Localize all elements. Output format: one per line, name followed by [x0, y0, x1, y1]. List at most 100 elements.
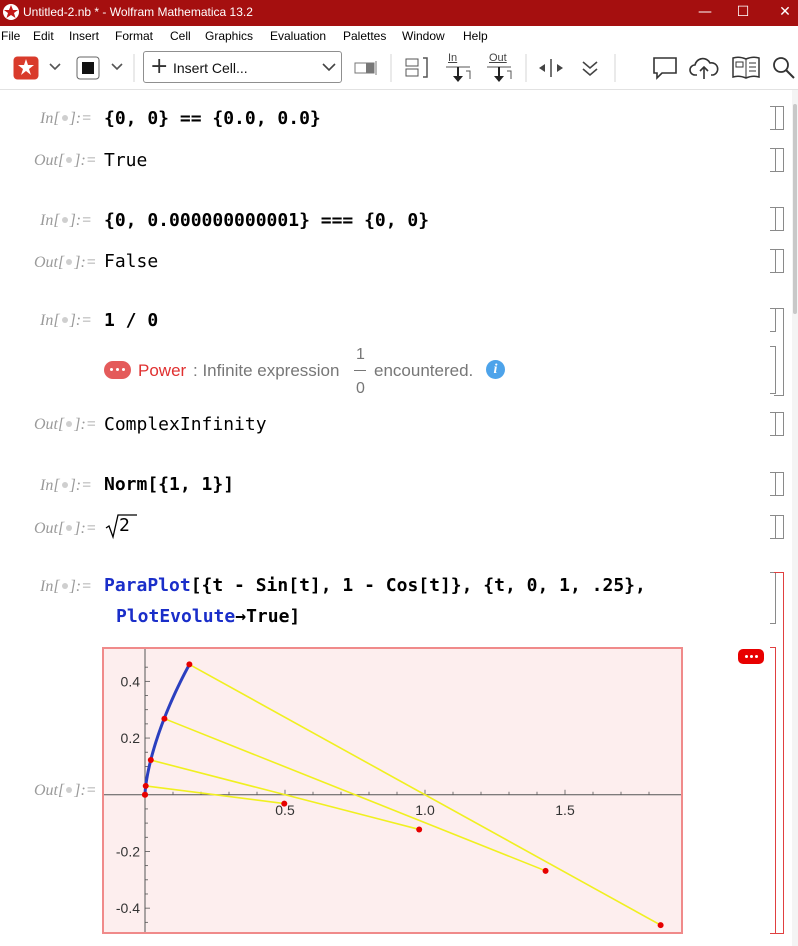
input-cell[interactable]: 1 / 0 — [104, 310, 158, 331]
stop-icon[interactable] — [76, 56, 100, 80]
input-cell[interactable]: ParaPlot[{t - Sin[t], 1 - Cos[t]}, {t, 0… — [104, 575, 646, 596]
maximize-button[interactable]: ☐ — [720, 0, 766, 26]
sqrt-radicand: 2 — [119, 515, 130, 536]
cell-bracket[interactable] — [774, 207, 784, 231]
in-label: In — [448, 52, 458, 64]
cell-bracket-error[interactable] — [770, 647, 776, 934]
cell-bracket[interactable] — [774, 148, 784, 172]
out-label: Out[]:= — [34, 254, 97, 271]
plot-output[interactable]: 0.5 1.0 1.5 0.4 0.2 -0.2 -0.4 — [102, 647, 683, 934]
plus-icon: + — [150, 54, 169, 79]
group-cells-icon[interactable] — [405, 57, 429, 79]
info-icon[interactable]: i — [486, 360, 505, 379]
scrollbar-thumb[interactable] — [793, 104, 797, 314]
cell-bracket[interactable] — [774, 106, 784, 130]
toolbar-divider — [133, 54, 135, 82]
evolute-point — [416, 826, 423, 833]
cell-bracket[interactable] — [774, 515, 784, 539]
chevron-down-icon[interactable] — [110, 62, 124, 72]
menu-palettes[interactable]: Palettes — [343, 29, 386, 43]
menu-edit[interactable]: Edit — [33, 29, 54, 43]
curve-point — [186, 661, 193, 668]
evolute-point — [142, 791, 148, 798]
chevron-down-icon — [322, 63, 336, 72]
out-label: Out[]:= — [34, 152, 97, 169]
resize-icon[interactable] — [537, 58, 565, 78]
y-tick-label: 0.2 — [121, 730, 141, 746]
mathematica-icon — [3, 4, 19, 20]
menu-format[interactable]: Format — [115, 29, 153, 43]
in-icon[interactable]: In — [445, 52, 473, 86]
evolute-point — [657, 922, 664, 929]
in-label: In[]:= — [40, 110, 92, 127]
plot-svg: 0.5 1.0 1.50.40.2-0.2-0.4 — [104, 649, 681, 932]
search-icon[interactable] — [772, 56, 796, 80]
toolbar-divider — [390, 54, 392, 82]
curve-point — [147, 757, 154, 764]
message-tag: Power — [138, 361, 187, 380]
expand-icon[interactable] — [580, 58, 600, 78]
input-cell-line2[interactable]: PlotEvolute→True] — [116, 606, 300, 627]
insert-down-arrow-icon — [446, 66, 471, 82]
out-icon[interactable]: Out — [486, 52, 514, 86]
curve-point — [161, 715, 168, 722]
input-cell[interactable]: {0, 0} == {0.0, 0.0} — [104, 108, 321, 129]
title-bar: Untitled-2.nb * - Wolfram Mathematica 13… — [0, 0, 798, 26]
out-label: Out[]:= — [34, 416, 97, 433]
in-label: In[]:= — [40, 477, 92, 494]
cell-bracket[interactable] — [774, 249, 784, 273]
menu-window[interactable]: Window — [402, 29, 445, 43]
out-label: Out[]:= — [34, 520, 97, 537]
cell-bracket[interactable] — [770, 346, 776, 394]
evaluate-icon[interactable] — [13, 56, 39, 80]
in-label: In[]:= — [40, 312, 92, 329]
documentation-icon[interactable] — [731, 55, 761, 81]
cell-bracket[interactable] — [774, 412, 784, 436]
fraction-numerator: 1 — [356, 346, 365, 363]
input-cell[interactable]: {0, 0.000000000001} === {0, 0} — [104, 210, 429, 231]
message-menu-icon[interactable] — [104, 361, 131, 379]
cell-style-icon[interactable] — [354, 59, 378, 77]
curve-point — [142, 782, 149, 789]
x-tick-label: 1.5 — [555, 802, 575, 818]
insert-cell-label: Insert Cell... — [173, 60, 248, 76]
menu-bar: File Edit Insert Format Cell Graphics Ev… — [0, 26, 798, 46]
menu-evaluation[interactable]: Evaluation — [270, 29, 326, 43]
cell-bracket[interactable] — [774, 472, 784, 496]
menu-file[interactable]: File — [1, 29, 20, 43]
evolute-point — [281, 800, 288, 807]
input-cell[interactable]: Norm[{1, 1}] — [104, 474, 234, 495]
message-text: : Infinite expression — [193, 361, 340, 380]
y-tick-label: 0.4 — [121, 673, 141, 689]
output-cell: False — [104, 251, 159, 272]
y-tick-label: -0.2 — [116, 843, 140, 859]
y-tick-label: -0.4 — [116, 900, 140, 916]
vertical-scrollbar[interactable] — [792, 90, 798, 946]
message-tail: encountered. — [374, 361, 474, 380]
chevron-down-icon[interactable] — [48, 62, 62, 72]
plot-background — [104, 649, 681, 932]
output-cell: ComplexInfinity — [104, 414, 267, 435]
insert-cell-dropdown[interactable]: + Insert Cell... — [143, 51, 342, 83]
menu-help[interactable]: Help — [463, 29, 488, 43]
menu-cell[interactable]: Cell — [170, 29, 191, 43]
out-label: Out[]:= — [34, 782, 97, 799]
insert-down-arrow-icon — [487, 66, 512, 82]
in-label: In[]:= — [40, 578, 92, 595]
fraction-bar — [354, 370, 366, 371]
error-badge-icon[interactable] — [738, 649, 764, 664]
evolute-point — [542, 867, 549, 874]
toolbar-divider — [525, 54, 527, 82]
chat-icon[interactable] — [652, 56, 678, 80]
close-button[interactable]: ✕ — [762, 0, 798, 26]
out-label: Out — [489, 52, 507, 64]
window-title: Untitled-2.nb * - Wolfram Mathematica 13… — [23, 5, 253, 19]
output-cell: True — [104, 150, 148, 171]
menu-graphics[interactable]: Graphics — [205, 29, 253, 43]
cloud-upload-icon[interactable] — [689, 56, 719, 80]
menu-insert[interactable]: Insert — [69, 29, 99, 43]
toolbar-divider — [614, 54, 616, 82]
in-label: In[]:= — [40, 212, 92, 229]
toolbar: + Insert Cell... In Out — [0, 46, 798, 90]
x-tick-label: 1.0 — [415, 802, 435, 818]
